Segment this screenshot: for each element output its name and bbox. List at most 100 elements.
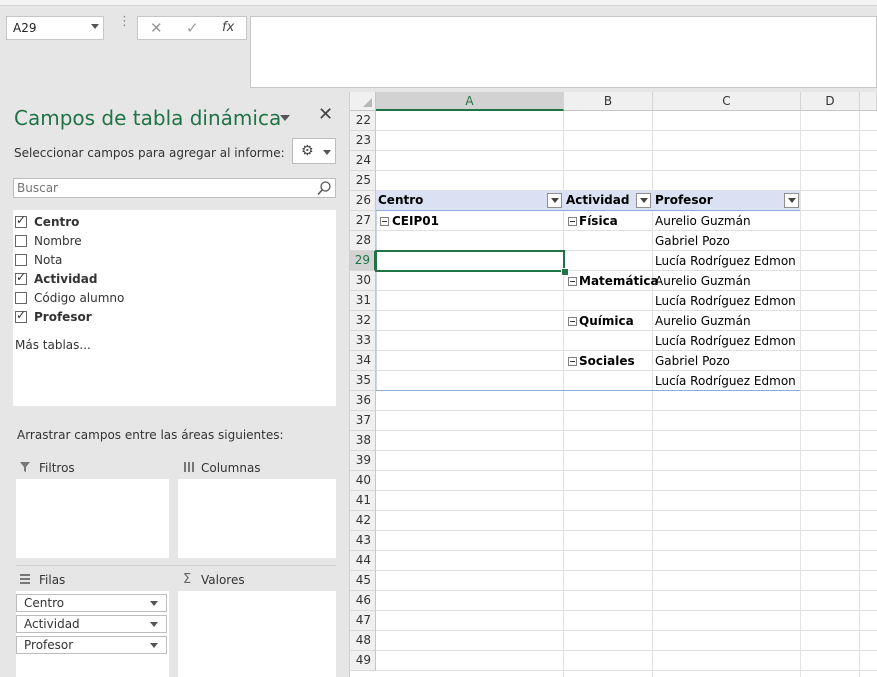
row-header[interactable]: 43 (350, 531, 376, 551)
pivot-activity[interactable]: Sociales (579, 354, 635, 368)
row-field-label: Centro (24, 596, 65, 610)
checkbox[interactable] (15, 254, 27, 266)
row-header[interactable]: 36 (350, 391, 376, 411)
name-box[interactable]: A29 (6, 16, 104, 40)
checkbox[interactable] (15, 292, 27, 304)
row-header[interactable]: 31 (350, 291, 376, 311)
row-header[interactable]: 45 (350, 571, 376, 591)
pivot-activity[interactable]: Matemática (579, 274, 659, 288)
pivot-activity[interactable]: Química (579, 314, 634, 328)
row-header[interactable]: 40 (350, 471, 376, 491)
row-field-label: Profesor (24, 638, 74, 652)
column-header-e[interactable] (860, 92, 877, 111)
gridline (376, 170, 877, 171)
search-input[interactable] (15, 180, 315, 196)
formula-bar-grip-icon[interactable]: ⋮ (118, 15, 131, 28)
row-header[interactable]: 32 (350, 311, 376, 331)
cancel-icon[interactable]: ✕ (150, 19, 163, 37)
collapse-icon[interactable] (380, 217, 389, 226)
gridline (376, 150, 877, 151)
pivot-teacher[interactable]: Aurelio Guzmán (655, 214, 751, 228)
row-header[interactable]: 39 (350, 451, 376, 471)
row-header[interactable]: 27 (350, 211, 376, 231)
row-header[interactable]: 38 (350, 431, 376, 451)
row-field-actividad[interactable]: Actividad (16, 615, 167, 633)
chevron-down-icon[interactable] (150, 601, 158, 606)
enter-icon[interactable]: ✓ (186, 19, 199, 37)
row-header[interactable]: 47 (350, 611, 376, 631)
close-icon[interactable]: ✕ (318, 104, 333, 125)
pivot-activity[interactable]: Física (579, 214, 618, 228)
row-header[interactable]: 28 (350, 231, 376, 251)
pivot-header-actividad[interactable]: Actividad (566, 193, 629, 207)
pivot-teacher[interactable]: Gabriel Pozo (655, 234, 730, 248)
row-header[interactable]: 35 (350, 371, 376, 391)
filter-dropdown-centro[interactable] (547, 193, 562, 208)
checkbox[interactable] (15, 270, 27, 285)
row-header[interactable]: 24 (350, 151, 376, 171)
pivot-teacher[interactable]: Aurelio Guzmán (655, 274, 751, 288)
pivot-teacher[interactable]: Lucía Rodríguez Edmon (655, 334, 796, 348)
pane-options-chevron-down-icon[interactable] (280, 115, 290, 121)
pivot-header-profesor[interactable]: Profesor (655, 193, 713, 207)
pivot-header-centro[interactable]: Centro (378, 193, 423, 207)
columns-drop-area[interactable] (178, 479, 336, 558)
filter-dropdown-profesor[interactable] (784, 193, 799, 208)
row-header[interactable]: 46 (350, 591, 376, 611)
row-header[interactable]: 29 (350, 251, 376, 271)
fill-handle[interactable] (561, 268, 569, 276)
pivot-teacher[interactable]: Lucía Rodríguez Edmon (655, 254, 796, 268)
collapse-icon[interactable] (568, 357, 577, 366)
filter-dropdown-actividad[interactable] (636, 193, 651, 208)
column-header-a[interactable]: A (376, 92, 564, 111)
insert-function-icon[interactable]: fx (222, 20, 234, 35)
chevron-down-icon[interactable] (150, 643, 158, 648)
sigma-icon: Σ (183, 572, 192, 587)
values-area-label: Valores (201, 573, 245, 587)
row-header[interactable]: 22 (350, 111, 376, 131)
gridline (376, 370, 877, 371)
row-field-profesor[interactable]: Profesor (16, 636, 167, 654)
checkbox[interactable] (15, 235, 27, 247)
values-drop-area[interactable] (178, 591, 336, 677)
row-header[interactable]: 26 (350, 191, 376, 211)
row-header[interactable]: 48 (350, 631, 376, 651)
row-header[interactable]: 30 (350, 271, 376, 291)
row-header[interactable]: 37 (350, 411, 376, 431)
pane-subtitle: Seleccionar campos para agregar al infor… (14, 146, 285, 160)
row-header[interactable]: 34 (350, 351, 376, 371)
row-header[interactable]: 44 (350, 551, 376, 571)
select-all-corner[interactable] (350, 92, 376, 111)
checkbox[interactable] (15, 308, 27, 323)
name-box-dropdown-icon[interactable] (91, 24, 99, 29)
row-header[interactable]: 23 (350, 131, 376, 151)
collapse-icon[interactable] (568, 317, 577, 326)
column-header-b[interactable]: B (564, 92, 653, 111)
row-header[interactable]: 49 (350, 651, 376, 671)
column-header-d[interactable]: D (801, 92, 860, 111)
pivot-centro-value[interactable]: CEIP01 (392, 214, 439, 228)
pivot-teacher[interactable]: Gabriel Pozo (655, 354, 730, 368)
pivot-teacher[interactable]: Lucía Rodríguez Edmon (655, 374, 796, 388)
more-tables-link[interactable]: Más tablas... (15, 338, 91, 352)
name-box-value: A29 (13, 21, 37, 35)
collapse-icon[interactable] (568, 217, 577, 226)
row-header[interactable]: 41 (350, 491, 376, 511)
active-cell-a29[interactable] (375, 250, 565, 272)
row-header[interactable]: 25 (350, 171, 376, 191)
tools-button[interactable]: ⚙ (292, 138, 336, 164)
checkbox[interactable] (15, 213, 27, 228)
row-field-centro[interactable]: Centro (16, 594, 167, 612)
pivot-teacher[interactable]: Aurelio Guzmán (655, 314, 751, 328)
row-header[interactable]: 33 (350, 331, 376, 351)
chevron-down-icon[interactable] (150, 622, 158, 627)
formula-input[interactable] (250, 16, 877, 88)
row-header[interactable]: 42 (350, 511, 376, 531)
pivot-teacher[interactable]: Lucía Rodríguez Edmon (655, 294, 796, 308)
worksheet-grid[interactable]: A B C D 22 23 24 25 26 27 28 29 30 31 32 33 34 35 36 37… (350, 92, 877, 677)
column-header-c[interactable]: C (653, 92, 801, 111)
search-icon[interactable] (316, 180, 332, 196)
filters-drop-area[interactable] (16, 479, 169, 558)
collapse-icon[interactable] (568, 277, 577, 286)
gridline (376, 410, 877, 411)
